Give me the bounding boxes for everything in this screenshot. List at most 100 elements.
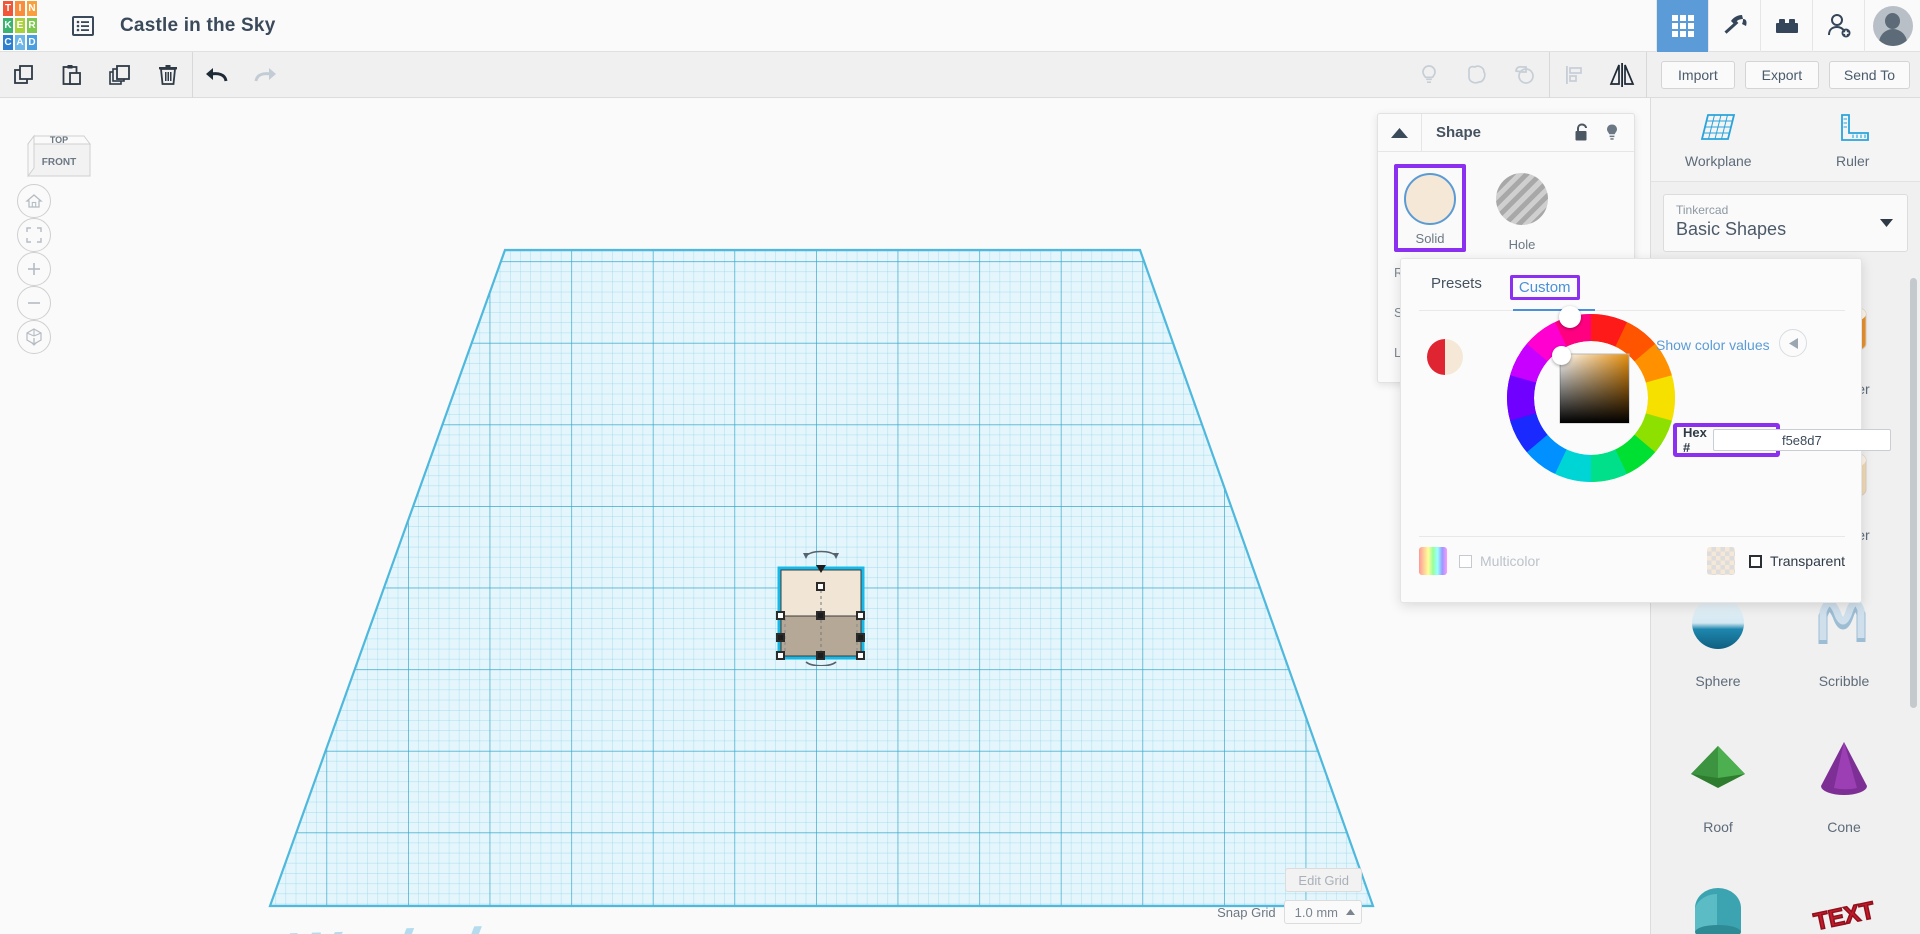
grid-view-icon[interactable] bbox=[1656, 0, 1708, 52]
mirror-icon[interactable] bbox=[1598, 52, 1646, 98]
snap-grid-label: Snap Grid bbox=[1217, 904, 1276, 920]
export-button[interactable]: Export bbox=[1744, 60, 1819, 89]
delete-icon[interactable] bbox=[144, 52, 192, 98]
zoom-in-button[interactable] bbox=[17, 252, 51, 286]
duplicate-icon[interactable] bbox=[96, 52, 144, 98]
workplane-tool-label: Workplane bbox=[1684, 152, 1752, 169]
svg-text:TEXT: TEXT bbox=[1812, 897, 1878, 934]
show-color-values-link[interactable]: Show color values bbox=[1656, 337, 1770, 353]
resize-handle-side-right[interactable] bbox=[856, 633, 865, 642]
logo-tile-a: A bbox=[14, 33, 26, 51]
solid-swatch bbox=[1404, 173, 1456, 225]
pickaxe-icon[interactable] bbox=[1708, 0, 1760, 52]
solid-option[interactable]: Solid bbox=[1394, 164, 1466, 252]
shape-cone[interactable]: Cone bbox=[1785, 721, 1903, 861]
brick-icon[interactable] bbox=[1760, 0, 1812, 52]
ungroup-glyph bbox=[1515, 65, 1534, 84]
lightbulb-glyph bbox=[1422, 64, 1436, 83]
shape-library-select[interactable]: Tinkercad Basic Shapes bbox=[1663, 194, 1908, 252]
shape-text[interactable]: TEXTText bbox=[1785, 867, 1903, 934]
toolbar-right: Import Export Send To bbox=[1405, 51, 1920, 98]
view-cube-glyph: TOP FRONT bbox=[27, 134, 91, 178]
resize-handle-top[interactable] bbox=[816, 582, 825, 591]
inspector-header-icons bbox=[1574, 123, 1634, 142]
document-title[interactable]: Castle in the Sky bbox=[120, 15, 275, 37]
snap-grid-select[interactable]: 1.0 mm bbox=[1283, 900, 1362, 924]
redo-glyph bbox=[254, 67, 276, 81]
import-button[interactable]: Import bbox=[1660, 60, 1735, 89]
project-menu-icon[interactable] bbox=[66, 9, 100, 43]
tab-presets[interactable]: Presets bbox=[1431, 275, 1482, 306]
resize-handle-mid-left[interactable] bbox=[776, 611, 785, 620]
zoom-out-button[interactable] bbox=[17, 286, 51, 320]
copy-glyph bbox=[14, 64, 33, 84]
ungroup-icon[interactable] bbox=[1501, 52, 1549, 98]
tinkercad-logo[interactable]: TINKERCAD bbox=[2, 0, 38, 52]
lightbulb-icon[interactable] bbox=[1604, 123, 1620, 142]
hole-option[interactable]: Hole bbox=[1486, 164, 1558, 252]
current-previous-color-swatch[interactable] bbox=[1427, 339, 1463, 375]
hex-input[interactable] bbox=[1712, 429, 1891, 451]
resize-handle-mid-center[interactable] bbox=[816, 611, 825, 620]
tinkercad-app: TINKERCAD Castle in the Sky Import Expor… bbox=[0, 0, 1920, 934]
multicolor-checkbox[interactable] bbox=[1459, 554, 1472, 568]
lightbulb-icon[interactable] bbox=[1405, 52, 1453, 98]
zoom-out-icon bbox=[28, 302, 40, 304]
shape-sphere-label: Sphere bbox=[1695, 673, 1741, 689]
mirror-glyph bbox=[1609, 62, 1635, 87]
selected-shape-box[interactable] bbox=[775, 548, 867, 667]
view-cube-front-text: FRONT bbox=[42, 157, 76, 168]
redo-icon[interactable] bbox=[241, 52, 289, 98]
paste-icon[interactable] bbox=[48, 52, 96, 98]
top-bar-right bbox=[1656, 0, 1920, 52]
chevron-down-icon bbox=[1880, 219, 1893, 227]
align-icon[interactable] bbox=[1550, 52, 1598, 98]
view-cube-top-text: TOP bbox=[50, 135, 68, 145]
user-avatar-button[interactable] bbox=[1864, 0, 1920, 52]
tab-custom[interactable]: Custom bbox=[1509, 275, 1580, 300]
resize-handle-side-left[interactable] bbox=[776, 633, 785, 642]
resize-handle-bottom-right[interactable] bbox=[856, 651, 865, 660]
color-picker-divider bbox=[1419, 310, 1845, 311]
send-to-button[interactable]: Send To bbox=[1828, 60, 1910, 89]
workplane-tool[interactable]: Workplane bbox=[1651, 98, 1786, 181]
view-cube[interactable]: TOP FRONT bbox=[22, 118, 94, 190]
edit-grid-button[interactable]: Edit Grid bbox=[1285, 868, 1362, 892]
group-icon[interactable] bbox=[1453, 52, 1501, 98]
align-glyph bbox=[1565, 65, 1582, 84]
snap-grid-value: 1.0 mm bbox=[1294, 904, 1338, 920]
fit-view-button[interactable] bbox=[17, 218, 51, 252]
color-panel-collapse-button[interactable] bbox=[1779, 329, 1807, 357]
resize-handle-bottom-center[interactable] bbox=[816, 651, 825, 660]
add-person-icon[interactable] bbox=[1812, 0, 1864, 52]
ruler-icon bbox=[1840, 113, 1869, 141]
top-bar: TINKERCAD Castle in the Sky bbox=[0, 0, 1920, 52]
undo-icon[interactable] bbox=[193, 52, 241, 98]
resize-handle-bottom-left[interactable] bbox=[776, 651, 785, 660]
resize-handle-mid-right[interactable] bbox=[856, 611, 865, 620]
shape-grid-scrollbar[interactable] bbox=[1910, 278, 1917, 708]
shape-round-roof[interactable]: Round Roof bbox=[1659, 867, 1777, 934]
hex-input-group: Hex # bbox=[1673, 423, 1891, 457]
unlock-icon[interactable] bbox=[1574, 123, 1590, 142]
toolbar-divider-3 bbox=[1645, 51, 1647, 98]
perspective-toggle-button[interactable] bbox=[17, 320, 51, 354]
home-icon bbox=[25, 194, 43, 208]
shape-cone-art bbox=[1809, 721, 1879, 817]
home-view-button[interactable] bbox=[17, 184, 51, 218]
paste-glyph bbox=[62, 64, 81, 85]
hue-selector-handle[interactable] bbox=[1559, 306, 1581, 328]
brick-glyph bbox=[1775, 18, 1798, 33]
trash-glyph bbox=[159, 64, 177, 85]
copy-icon[interactable] bbox=[0, 52, 48, 98]
ruler-tool[interactable]: Ruler bbox=[1786, 98, 1920, 181]
color-picker-tabs: Presets Custom bbox=[1401, 259, 1861, 306]
transparent-checkbox[interactable] bbox=[1749, 554, 1763, 568]
logo-tile-e: E bbox=[14, 16, 26, 34]
color-wheel[interactable] bbox=[1505, 306, 1677, 484]
shape-roof[interactable]: Roof bbox=[1659, 721, 1777, 861]
color-picker-popup: Presets Custom Show color values Hex # f… bbox=[1400, 258, 1891, 603]
inspector-collapse-button[interactable] bbox=[1378, 114, 1422, 152]
saturation-selector-handle[interactable] bbox=[1552, 346, 1571, 365]
shape-roof-art bbox=[1683, 721, 1753, 817]
